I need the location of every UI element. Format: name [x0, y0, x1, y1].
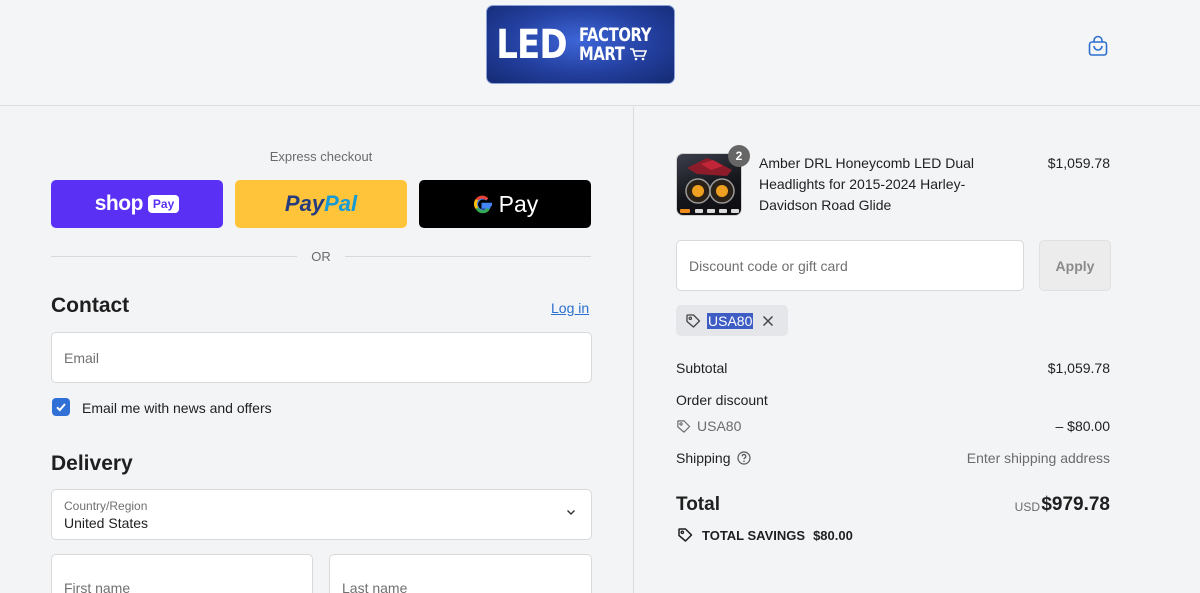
logo-mart-text: MART	[578, 42, 625, 65]
total-currency: USD	[1014, 500, 1040, 514]
quantity-badge: 2	[728, 145, 750, 167]
discount-code-text: USA80	[697, 418, 742, 434]
savings-value: $80.00	[813, 527, 853, 543]
subtotal-label: Subtotal	[676, 360, 728, 376]
logo-cart-icon	[630, 48, 648, 61]
total-savings-row: TOTAL SAVINGS $80.00	[676, 527, 853, 543]
country-label: Country/Region	[64, 499, 148, 513]
email-field[interactable]: Email	[51, 332, 592, 383]
google-pay-text: Pay	[498, 190, 539, 217]
first-name-placeholder: First name	[64, 580, 131, 593]
shipping-label: Shipping	[676, 450, 731, 466]
store-logo[interactable]: LED FACTORY MART	[486, 5, 675, 84]
chevron-down-icon	[567, 510, 575, 515]
discount-code-row: USA80	[676, 418, 741, 434]
first-name-field[interactable]: First name	[51, 554, 313, 593]
tag-icon	[686, 313, 701, 328]
subtotal-value: $1,059.78	[1047, 360, 1110, 376]
discount-value: – $80.00	[1055, 418, 1111, 434]
paypal-button[interactable]: PayPal	[235, 180, 407, 228]
divider-line	[51, 255, 298, 257]
country-value: United States	[64, 515, 149, 531]
apply-button[interactable]: Apply	[1039, 240, 1111, 291]
savings-label: TOTAL SAVINGS	[702, 527, 806, 543]
country-select[interactable]: Country/Region United States	[51, 489, 592, 540]
logo-mart-row: MART	[578, 42, 671, 65]
checkmark-icon	[56, 403, 66, 412]
paypal-wordmark: PayPal	[285, 191, 357, 217]
last-name-field[interactable]: Last name	[329, 554, 592, 593]
google-pay-button[interactable]: Pay	[419, 180, 591, 228]
order-summary: 2 Amber DRL Honeycomb LED Dual Headlight…	[635, 107, 1200, 593]
remove-discount-button[interactable]	[762, 315, 774, 327]
discount-code-input[interactable]: Discount code or gift card	[676, 240, 1024, 291]
shipping-value: Enter shipping address	[966, 450, 1110, 466]
shipping-row: Shipping	[676, 450, 751, 466]
order-discount-label: Order discount	[676, 392, 768, 408]
shop-pay-badge: Pay	[147, 195, 180, 213]
or-divider: OR	[51, 248, 591, 264]
paypal-pal-text: Pal	[324, 191, 358, 216]
express-checkout-label: Express checkout	[269, 149, 373, 164]
paypal-pay-text: Pay	[284, 191, 325, 216]
product-name: Amber DRL Honeycomb LED Dual Headlights …	[759, 155, 975, 213]
total-value: $979.78	[1041, 494, 1110, 515]
shopping-bag-icon[interactable]	[1086, 34, 1110, 58]
checkout-form: Express checkout shop Pay PayPal Pay OR …	[0, 107, 634, 593]
product-price: $1,059.78	[1047, 155, 1110, 171]
shop-pay-button[interactable]: shop Pay	[51, 180, 223, 228]
applied-code-text: USA80	[707, 312, 754, 329]
close-icon	[763, 315, 774, 326]
header: LED FACTORY MART	[0, 0, 1200, 106]
login-link[interactable]: Log in	[551, 300, 589, 316]
logo-wordmark: FACTORY MART	[578, 25, 671, 65]
delivery-heading: Delivery	[51, 452, 133, 475]
google-g-icon	[473, 195, 492, 214]
discount-placeholder: Discount code or gift card	[689, 258, 848, 274]
tag-icon	[678, 528, 693, 542]
tag-icon	[677, 419, 691, 433]
total-label: Total	[676, 494, 720, 515]
help-icon[interactable]	[736, 451, 751, 465]
applied-discount-chip: USA80	[676, 305, 788, 336]
or-text: OR	[311, 248, 331, 264]
logo-led-text: LED	[496, 21, 567, 68]
email-placeholder: Email	[64, 350, 100, 366]
last-name-placeholder: Last name	[342, 580, 408, 593]
newsletter-label: Email me with news and offers	[82, 400, 272, 416]
shop-pay-wordmark: shop	[94, 192, 144, 215]
contact-heading: Contact	[51, 294, 130, 317]
divider-line	[344, 255, 591, 257]
newsletter-checkbox[interactable]	[52, 398, 70, 416]
